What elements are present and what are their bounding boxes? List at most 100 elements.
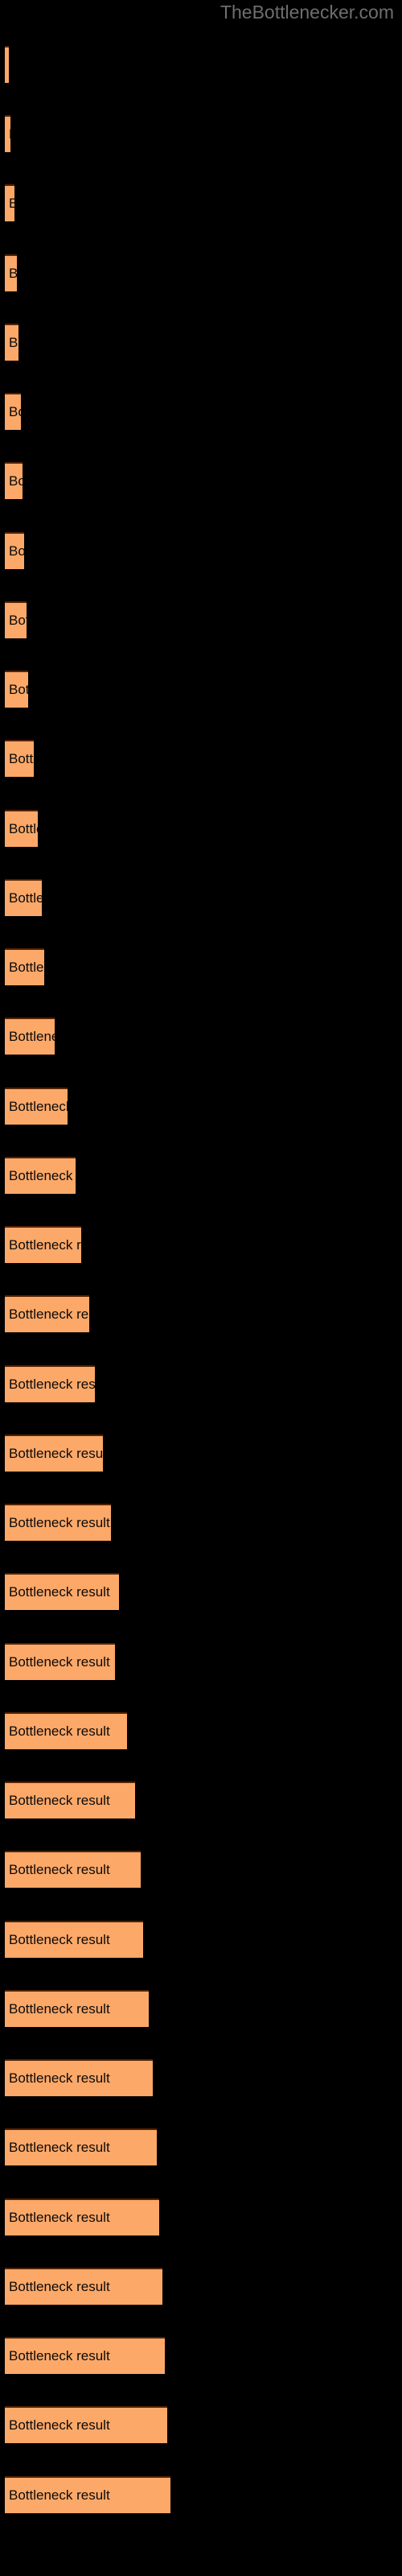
bar-row: Bottleneck result (0, 1643, 402, 1680)
bar[interactable]: Bottleneck result (5, 1921, 143, 1958)
bar-row: Bottleneck result (0, 254, 402, 291)
bar-row: Bottleneck result (0, 393, 402, 430)
bar-row: Bottleneck result (0, 2198, 402, 2235)
bar-label: Bottleneck result (9, 543, 24, 559)
bar-label: Bottleneck result (9, 1307, 89, 1322)
bar[interactable]: Bottleneck result (5, 1990, 149, 2027)
bar-label: Bottleneck result (9, 1099, 68, 1114)
bar[interactable]: Bottleneck result (5, 532, 24, 569)
bar-label: Bottleneck result (9, 2210, 110, 2225)
bar-label: Bottleneck result (5, 47, 9, 83)
bar-row: Bottleneck result (0, 601, 402, 638)
bar-row: Bottleneck result (0, 184, 402, 221)
bar-row: Bottleneck result (0, 2476, 402, 2513)
bar-label: Bottleneck result (9, 1515, 110, 1530)
bar[interactable]: Bottleneck result (5, 46, 9, 83)
bottleneck-bar-chart: Bottleneck result Bottleneck result Bottle… (0, 0, 402, 2576)
bar[interactable]: Bottleneck result (5, 1851, 141, 1888)
bar-row: Bottleneck result (0, 1921, 402, 1958)
bar[interactable]: Bottleneck result (5, 2268, 162, 2305)
bar[interactable]: Bottleneck result (5, 601, 27, 638)
bar-row: Bottleneck result (0, 879, 402, 916)
bar-label: Bottleneck result (9, 1584, 110, 1600)
bar[interactable]: Bottleneck result (5, 2476, 170, 2513)
bar[interactable]: Bottleneck result (5, 2059, 153, 2096)
bar[interactable]: Bottleneck result (5, 1504, 111, 1541)
bar-label: Bottleneck result (9, 960, 44, 975)
bar[interactable]: Bottleneck result (5, 1435, 103, 1472)
bar[interactable]: Bottleneck result (5, 1295, 89, 1332)
bar-label: Bottleneck result (9, 682, 28, 697)
bar-row: Bottleneck result (0, 2406, 402, 2443)
bar[interactable]: Bottleneck result (5, 2406, 167, 2443)
bar-label: Bottleneck result (9, 890, 42, 906)
bar-row: Bottleneck result (0, 1851, 402, 1888)
bar-label: Bottleneck result (9, 1168, 76, 1183)
bar[interactable]: Bottleneck result (5, 1712, 127, 1749)
bar-row: Bottleneck result (0, 1781, 402, 1818)
bar-row: Bottleneck result (0, 115, 402, 152)
bar[interactable]: Bottleneck result (5, 1157, 76, 1194)
bar-label: Bottleneck result (9, 2417, 110, 2433)
bar-label: Bottleneck result (9, 1862, 110, 1877)
bar-label: Bottleneck result (5, 186, 14, 221)
bar-label: Bottleneck result (5, 117, 10, 152)
bar-row: Bottleneck result (0, 462, 402, 499)
bar-row: Bottleneck result (0, 46, 402, 83)
bar[interactable]: Bottleneck result (5, 740, 34, 777)
bar[interactable]: Bottleneck result (5, 879, 42, 916)
bar-label: Bottleneck result (9, 473, 23, 489)
bar-label: Bottleneck result (9, 1932, 110, 1947)
bar[interactable]: Bottleneck result (5, 810, 38, 847)
bar-label: Bottleneck result (9, 2348, 110, 2363)
bar-label: Bottleneck result (9, 751, 34, 766)
bar-label: Bottleneck result (5, 256, 17, 291)
bar-label: Bottleneck result (9, 1446, 103, 1461)
bar-label: Bottleneck result (9, 1654, 110, 1670)
bar-label: Bottleneck result (9, 404, 21, 419)
bar-label: Bottleneck result (9, 2487, 110, 2503)
bar[interactable]: Bottleneck result (5, 115, 10, 152)
bar[interactable]: Bottleneck result (5, 1226, 81, 1263)
bar-row: Bottleneck result (0, 2268, 402, 2305)
bar-label: Bottleneck result (9, 613, 27, 628)
bar-row: Bottleneck result (0, 2059, 402, 2096)
bar[interactable]: Bottleneck result (5, 671, 28, 708)
bar[interactable]: Bottleneck result (5, 324, 18, 361)
bar-row: Bottleneck result (0, 948, 402, 985)
bar-row: Bottleneck result (0, 1435, 402, 1472)
bar-row: Bottleneck result (0, 1157, 402, 1194)
bar-row: Bottleneck result (0, 2128, 402, 2165)
bar-label: Bottleneck result (9, 2070, 110, 2086)
bar-row: Bottleneck result (0, 810, 402, 847)
bar-label: Bottleneck result (9, 2001, 110, 2017)
bar-row: Bottleneck result (0, 1504, 402, 1541)
bar-row: Bottleneck result (0, 1573, 402, 1610)
bar[interactable]: Bottleneck result (5, 2337, 165, 2374)
bar[interactable]: Bottleneck result (5, 1781, 135, 1818)
bar-label: Bottleneck result (9, 2279, 110, 2294)
bar[interactable]: Bottleneck result (5, 462, 23, 499)
bar[interactable]: Bottleneck result (5, 254, 17, 291)
bar-label: Bottleneck result (9, 335, 18, 350)
bar[interactable]: Bottleneck result (5, 1018, 55, 1055)
bar-row: Bottleneck result (0, 1226, 402, 1263)
bar[interactable]: Bottleneck result (5, 1365, 95, 1402)
bar[interactable]: Bottleneck result (5, 393, 21, 430)
bar-row: Bottleneck result (0, 740, 402, 777)
bar-label: Bottleneck result (9, 1793, 110, 1808)
bar-row: Bottleneck result (0, 1018, 402, 1055)
bar[interactable]: Bottleneck result (5, 184, 14, 221)
bar-label: Bottleneck result (9, 1724, 110, 1739)
bar-label: Bottleneck result (9, 1237, 81, 1253)
bar-row: Bottleneck result (0, 1990, 402, 2027)
bar-row: Bottleneck result (0, 324, 402, 361)
bar[interactable]: Bottleneck result (5, 2128, 157, 2165)
bar[interactable]: Bottleneck result (5, 948, 44, 985)
bar-row: Bottleneck result (0, 1295, 402, 1332)
bar-row: Bottleneck result (0, 1712, 402, 1749)
bar[interactable]: Bottleneck result (5, 1643, 115, 1680)
bar[interactable]: Bottleneck result (5, 1573, 119, 1610)
bar[interactable]: Bottleneck result (5, 1088, 68, 1125)
bar[interactable]: Bottleneck result (5, 2198, 159, 2235)
